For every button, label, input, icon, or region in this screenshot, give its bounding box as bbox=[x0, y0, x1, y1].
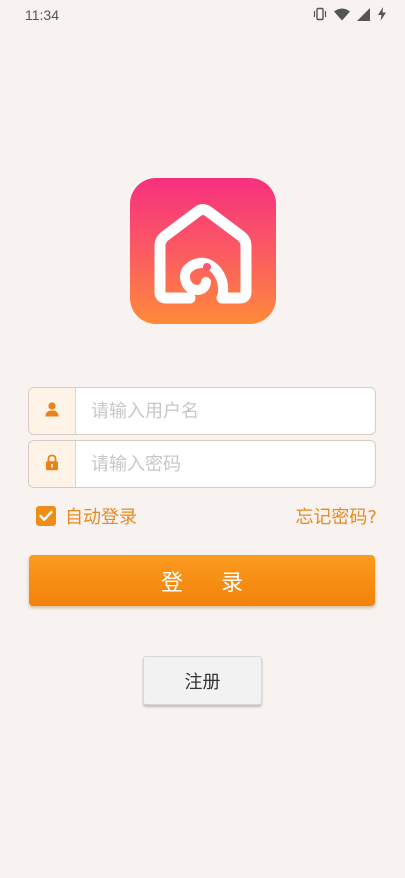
battery-charging-icon bbox=[377, 7, 387, 21]
signal-icon bbox=[357, 7, 370, 21]
status-icons bbox=[313, 7, 387, 21]
house-logo-icon bbox=[154, 204, 252, 304]
password-icon-box bbox=[29, 441, 76, 487]
user-icon bbox=[44, 401, 60, 421]
login-button[interactable]: 登录 bbox=[29, 555, 375, 606]
auto-login-checkbox[interactable] bbox=[36, 506, 56, 526]
username-input[interactable] bbox=[77, 388, 373, 434]
auto-login-label: 自动登录 bbox=[65, 507, 137, 528]
lock-icon bbox=[45, 454, 59, 475]
register-button[interactable]: 注册 bbox=[143, 656, 262, 705]
status-time: 11:34 bbox=[25, 7, 59, 23]
password-field bbox=[28, 440, 376, 488]
app-logo bbox=[130, 178, 276, 324]
forgot-password-link[interactable]: 忘记密码? bbox=[295, 503, 377, 529]
vibrate-icon bbox=[313, 7, 327, 21]
password-input[interactable] bbox=[77, 441, 373, 487]
checkmark-icon bbox=[39, 510, 53, 521]
username-field bbox=[28, 387, 376, 435]
auto-login-toggle[interactable]: 自动登录 bbox=[36, 503, 137, 529]
wifi-icon bbox=[334, 8, 350, 21]
username-icon-box bbox=[29, 388, 76, 434]
status-bar: 11:34 bbox=[0, 0, 405, 30]
